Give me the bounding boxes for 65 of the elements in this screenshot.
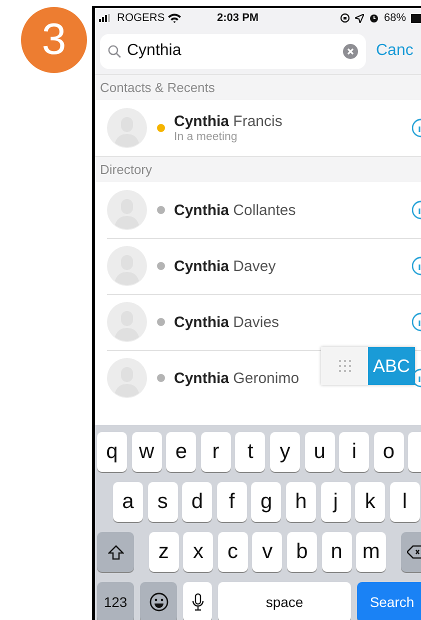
keyboard-key[interactable]: c: [218, 532, 248, 572]
keyboard-key[interactable]: w: [132, 432, 162, 472]
rotation-lock-icon: [340, 13, 350, 23]
search-field[interactable]: Cynthia: [100, 34, 366, 68]
backspace-icon: [406, 545, 421, 559]
avatar-icon: [107, 302, 147, 342]
location-icon: [354, 14, 364, 22]
keyboard-key[interactable]: l: [390, 482, 420, 522]
avatar-icon: [107, 190, 147, 230]
carrier-name: ROGERS: [117, 12, 165, 24]
keyboard-key[interactable]: z: [148, 532, 179, 572]
keyboard-key[interactable]: a: [113, 482, 143, 522]
avatar-icon: [107, 246, 147, 286]
search-key[interactable]: Search: [357, 582, 421, 620]
contact-name[interactable]: Cynthia Geronimo: [174, 370, 300, 386]
keyboard-key[interactable]: s: [148, 482, 178, 522]
keyboard-key[interactable]: x: [183, 532, 214, 572]
dialpad-icon: [338, 359, 352, 373]
contact-name[interactable]: Cynthia Francis: [174, 113, 282, 130]
section-header: Directory: [95, 156, 421, 182]
keyboard-key[interactable]: q: [97, 432, 127, 472]
shift-icon: [108, 544, 124, 560]
avatar-icon: [107, 108, 147, 148]
step-number: 3: [21, 7, 87, 73]
keyboard-key[interactable]: j: [320, 482, 351, 522]
dialpad-toggle[interactable]: [321, 347, 368, 385]
dictation-key[interactable]: [183, 582, 212, 620]
keyboard-key[interactable]: u: [304, 432, 335, 472]
smiley-icon: [148, 592, 168, 612]
contact-name[interactable]: Cynthia Collantes: [174, 202, 296, 218]
keyboard-key[interactable]: m: [356, 532, 386, 572]
numbers-key[interactable]: 123: [97, 582, 134, 620]
search-input[interactable]: Cynthia: [127, 42, 337, 60]
keyboard-key[interactable]: n: [322, 532, 352, 572]
keyboard-key[interactable]: k: [355, 482, 386, 522]
space-key[interactable]: space: [218, 582, 351, 620]
keyboard-key[interactable]: t: [235, 432, 266, 472]
clock-time: 2:03 PM: [217, 12, 260, 24]
info-icon[interactable]: [412, 118, 421, 138]
contact-status: In a meeting: [174, 131, 238, 143]
keyboard-key[interactable]: d: [182, 482, 212, 522]
keyboard-key[interactable]: g: [251, 482, 282, 522]
keyboard-key[interactable]: o: [374, 432, 404, 472]
info-icon[interactable]: [412, 256, 421, 276]
shift-key[interactable]: [97, 532, 134, 572]
keyboard-key[interactable]: v: [252, 532, 282, 572]
contact-name[interactable]: Cynthia Davey: [174, 258, 276, 274]
section-header: Contacts & Recents: [95, 74, 421, 100]
keyboard-key[interactable]: e: [166, 432, 196, 472]
keyboard-key[interactable]: i: [339, 432, 370, 472]
search-icon: [108, 44, 121, 58]
contact-name[interactable]: Cynthia Davies: [174, 314, 280, 330]
info-icon[interactable]: [412, 200, 421, 220]
microphone-icon: [192, 593, 204, 611]
keyboard-key[interactable]: r: [200, 432, 231, 472]
emoji-key[interactable]: [140, 582, 177, 620]
battery-percent: 68%: [384, 12, 406, 24]
keyboard-key[interactable]: b: [286, 532, 317, 572]
keyboard-key[interactable]: h: [286, 482, 316, 522]
keyboard-key[interactable]: y: [270, 432, 300, 472]
keyboard-key[interactable]: f: [216, 482, 247, 522]
wifi-icon: [168, 13, 181, 23]
avatar-icon: [107, 358, 147, 398]
clear-icon[interactable]: [343, 44, 358, 58]
info-icon[interactable]: [412, 312, 421, 332]
